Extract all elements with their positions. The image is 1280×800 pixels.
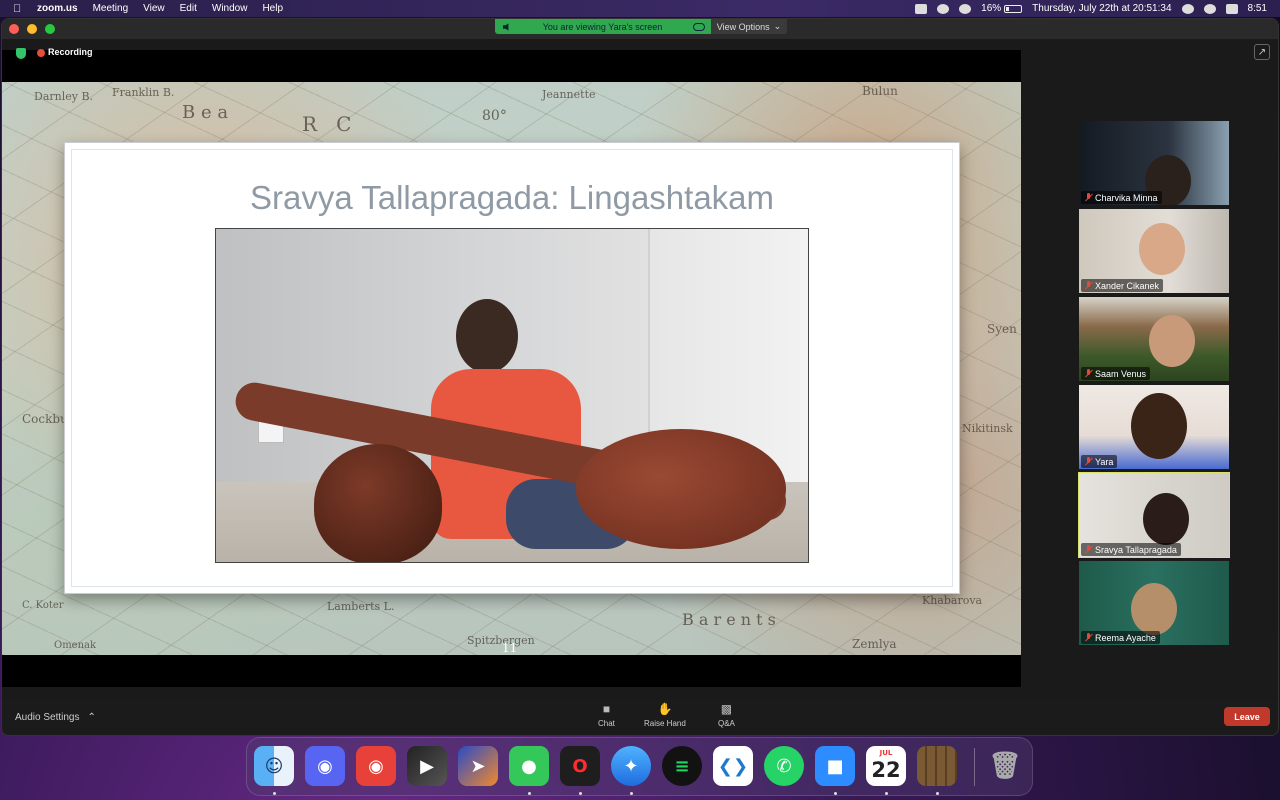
veena-gourd bbox=[314, 444, 442, 562]
whatsapp-icon[interactable]: ✆ bbox=[764, 746, 804, 786]
participant-tile-active-speaker[interactable]: Sravya Tallapragada bbox=[1078, 472, 1230, 558]
shared-screen[interactable]: Darnley B. Franklin B. B e a R C 80° Jea… bbox=[2, 50, 1021, 687]
menu-meeting[interactable]: Meeting bbox=[93, 3, 129, 14]
dock-separator bbox=[974, 748, 975, 786]
menu-window[interactable]: Window bbox=[212, 3, 248, 14]
audio-settings-button[interactable]: Audio Settings ⌃ bbox=[15, 712, 96, 723]
calendar-day: 22 bbox=[871, 758, 901, 782]
creative-cloud-icon[interactable] bbox=[937, 3, 950, 14]
muted-mic-icon bbox=[1085, 545, 1092, 554]
menu-bar:  zoom.us Meeting View Edit Window Help … bbox=[0, 0, 1280, 17]
chevron-up-icon[interactable]: ⌃ bbox=[88, 712, 96, 723]
rocket-icon[interactable]: ➤ bbox=[458, 746, 498, 786]
slide-content: Sravya Tallapragada: Lingashtakam bbox=[64, 142, 960, 594]
participant-tile[interactable]: Reema Ayache bbox=[1079, 561, 1229, 645]
minecraft-icon[interactable] bbox=[917, 746, 957, 786]
battery-percent: 16% bbox=[981, 3, 1002, 14]
speaker-icon bbox=[503, 22, 509, 31]
chevron-down-icon: ⌄ bbox=[773, 21, 782, 31]
fullscreen-window-button[interactable] bbox=[45, 24, 55, 34]
opera-icon[interactable]: O bbox=[560, 746, 600, 786]
user-icon[interactable] bbox=[1203, 3, 1216, 14]
meeting-toolbar: Audio Settings ⌃ ■ Chat ✋ Raise Hand ▩ Q… bbox=[2, 700, 1278, 735]
participant-tile[interactable]: Charvika Minna bbox=[1079, 121, 1229, 205]
chat-label: Chat bbox=[598, 719, 615, 728]
messages-icon[interactable]: ● bbox=[509, 746, 549, 786]
view-options-button[interactable]: View Options ⌄ bbox=[711, 19, 787, 34]
recording-dot-icon bbox=[37, 49, 45, 57]
control-center-icon[interactable] bbox=[1225, 3, 1238, 14]
muted-mic-icon bbox=[1085, 281, 1092, 290]
menu-view[interactable]: View bbox=[143, 3, 165, 14]
security-shield-icon[interactable] bbox=[16, 48, 26, 59]
apple-icon[interactable]:  bbox=[13, 3, 25, 15]
participant-name: Charvika Minna bbox=[1095, 192, 1158, 203]
participant-name: Xander Cikanek bbox=[1095, 280, 1160, 291]
view-options-label: View Options bbox=[716, 21, 770, 32]
chat-icon: ■ bbox=[602, 702, 611, 716]
calendar-icon[interactable]: JUL 22 bbox=[866, 746, 906, 786]
muted-mic-icon bbox=[1085, 457, 1092, 466]
muted-mic-icon bbox=[1085, 369, 1092, 378]
menu-app-name[interactable]: zoom.us bbox=[37, 3, 78, 14]
cloud-icon bbox=[693, 22, 705, 31]
vpn-icon[interactable]: ◉ bbox=[356, 746, 396, 786]
status-icon[interactable] bbox=[959, 3, 972, 14]
viewing-banner-text: You are viewing Yara's screen bbox=[542, 21, 663, 32]
muted-mic-icon bbox=[1085, 633, 1092, 642]
recording-label[interactable]: Recording bbox=[48, 47, 93, 57]
participant-name: Yara bbox=[1095, 456, 1114, 467]
participant-name: Sravya Tallapragada bbox=[1095, 544, 1177, 555]
performer-head bbox=[456, 299, 518, 373]
raise-hand-button[interactable]: ✋ Raise Hand bbox=[644, 702, 686, 728]
final-cut-icon[interactable]: ▶ bbox=[407, 746, 447, 786]
battery-icon bbox=[1004, 4, 1023, 13]
slide-number: 11 bbox=[502, 641, 518, 655]
zoom-window: You are viewing Yara's screen View Optio… bbox=[1, 18, 1279, 736]
muted-mic-icon bbox=[1085, 193, 1092, 202]
participant-name: Saam Venus bbox=[1095, 368, 1147, 379]
trash-icon[interactable]: 🗑 bbox=[985, 746, 1025, 786]
participant-tile[interactable]: Saam Venus bbox=[1079, 297, 1229, 381]
participant-tile[interactable]: Yara bbox=[1079, 385, 1229, 469]
raise-hand-label: Raise Hand bbox=[644, 719, 686, 728]
discord-icon[interactable]: ◉ bbox=[305, 746, 345, 786]
qa-button[interactable]: ▩ Q&A bbox=[718, 702, 735, 728]
battery-indicator[interactable]: 16% bbox=[981, 3, 1023, 14]
hand-icon: ✋ bbox=[657, 702, 673, 716]
veena-body bbox=[576, 429, 786, 549]
participant-name: Reema Ayache bbox=[1095, 632, 1156, 643]
menubar-clock[interactable]: 8:51 bbox=[1248, 3, 1267, 14]
participant-tile[interactable]: Xander Cikanek bbox=[1079, 209, 1229, 293]
viewing-banner: You are viewing Yara's screen bbox=[495, 19, 711, 34]
zoom-status-icon[interactable] bbox=[915, 3, 928, 14]
slide-background: Darnley B. Franklin B. B e a R C 80° Jea… bbox=[2, 82, 1021, 655]
chat-button[interactable]: ■ Chat bbox=[598, 702, 615, 728]
calendar-month: JUL bbox=[879, 749, 893, 757]
audio-settings-label: Audio Settings bbox=[15, 712, 80, 723]
minimize-window-button[interactable] bbox=[27, 24, 37, 34]
menu-help[interactable]: Help bbox=[262, 3, 283, 14]
finder-icon[interactable]: ☺ bbox=[254, 746, 294, 786]
close-window-button[interactable] bbox=[9, 24, 19, 34]
slide-title: Sravya Tallapragada: Lingashtakam bbox=[249, 179, 775, 216]
qa-label: Q&A bbox=[718, 719, 735, 728]
vscode-icon[interactable]: ❮❯ bbox=[713, 746, 753, 786]
zoom-icon[interactable]: ■ bbox=[815, 746, 855, 786]
leave-button[interactable]: Leave bbox=[1224, 707, 1270, 726]
performance-video[interactable] bbox=[215, 228, 809, 563]
dock: ☺ ◉ ◉ ▶ ➤ ● O ✦ ≡ ❮❯ ✆ ■ JUL 22 🗑 bbox=[246, 737, 1033, 796]
qa-icon: ▩ bbox=[720, 702, 733, 716]
menubar-datetime[interactable]: Thursday, July 22th at 20:51:34 bbox=[1032, 3, 1171, 14]
menu-edit[interactable]: Edit bbox=[180, 3, 197, 14]
play-icon[interactable] bbox=[1181, 3, 1194, 14]
spotify-icon[interactable]: ≡ bbox=[662, 746, 702, 786]
expand-icon[interactable]: ↗ bbox=[1254, 44, 1270, 60]
safari-icon[interactable]: ✦ bbox=[611, 746, 651, 786]
